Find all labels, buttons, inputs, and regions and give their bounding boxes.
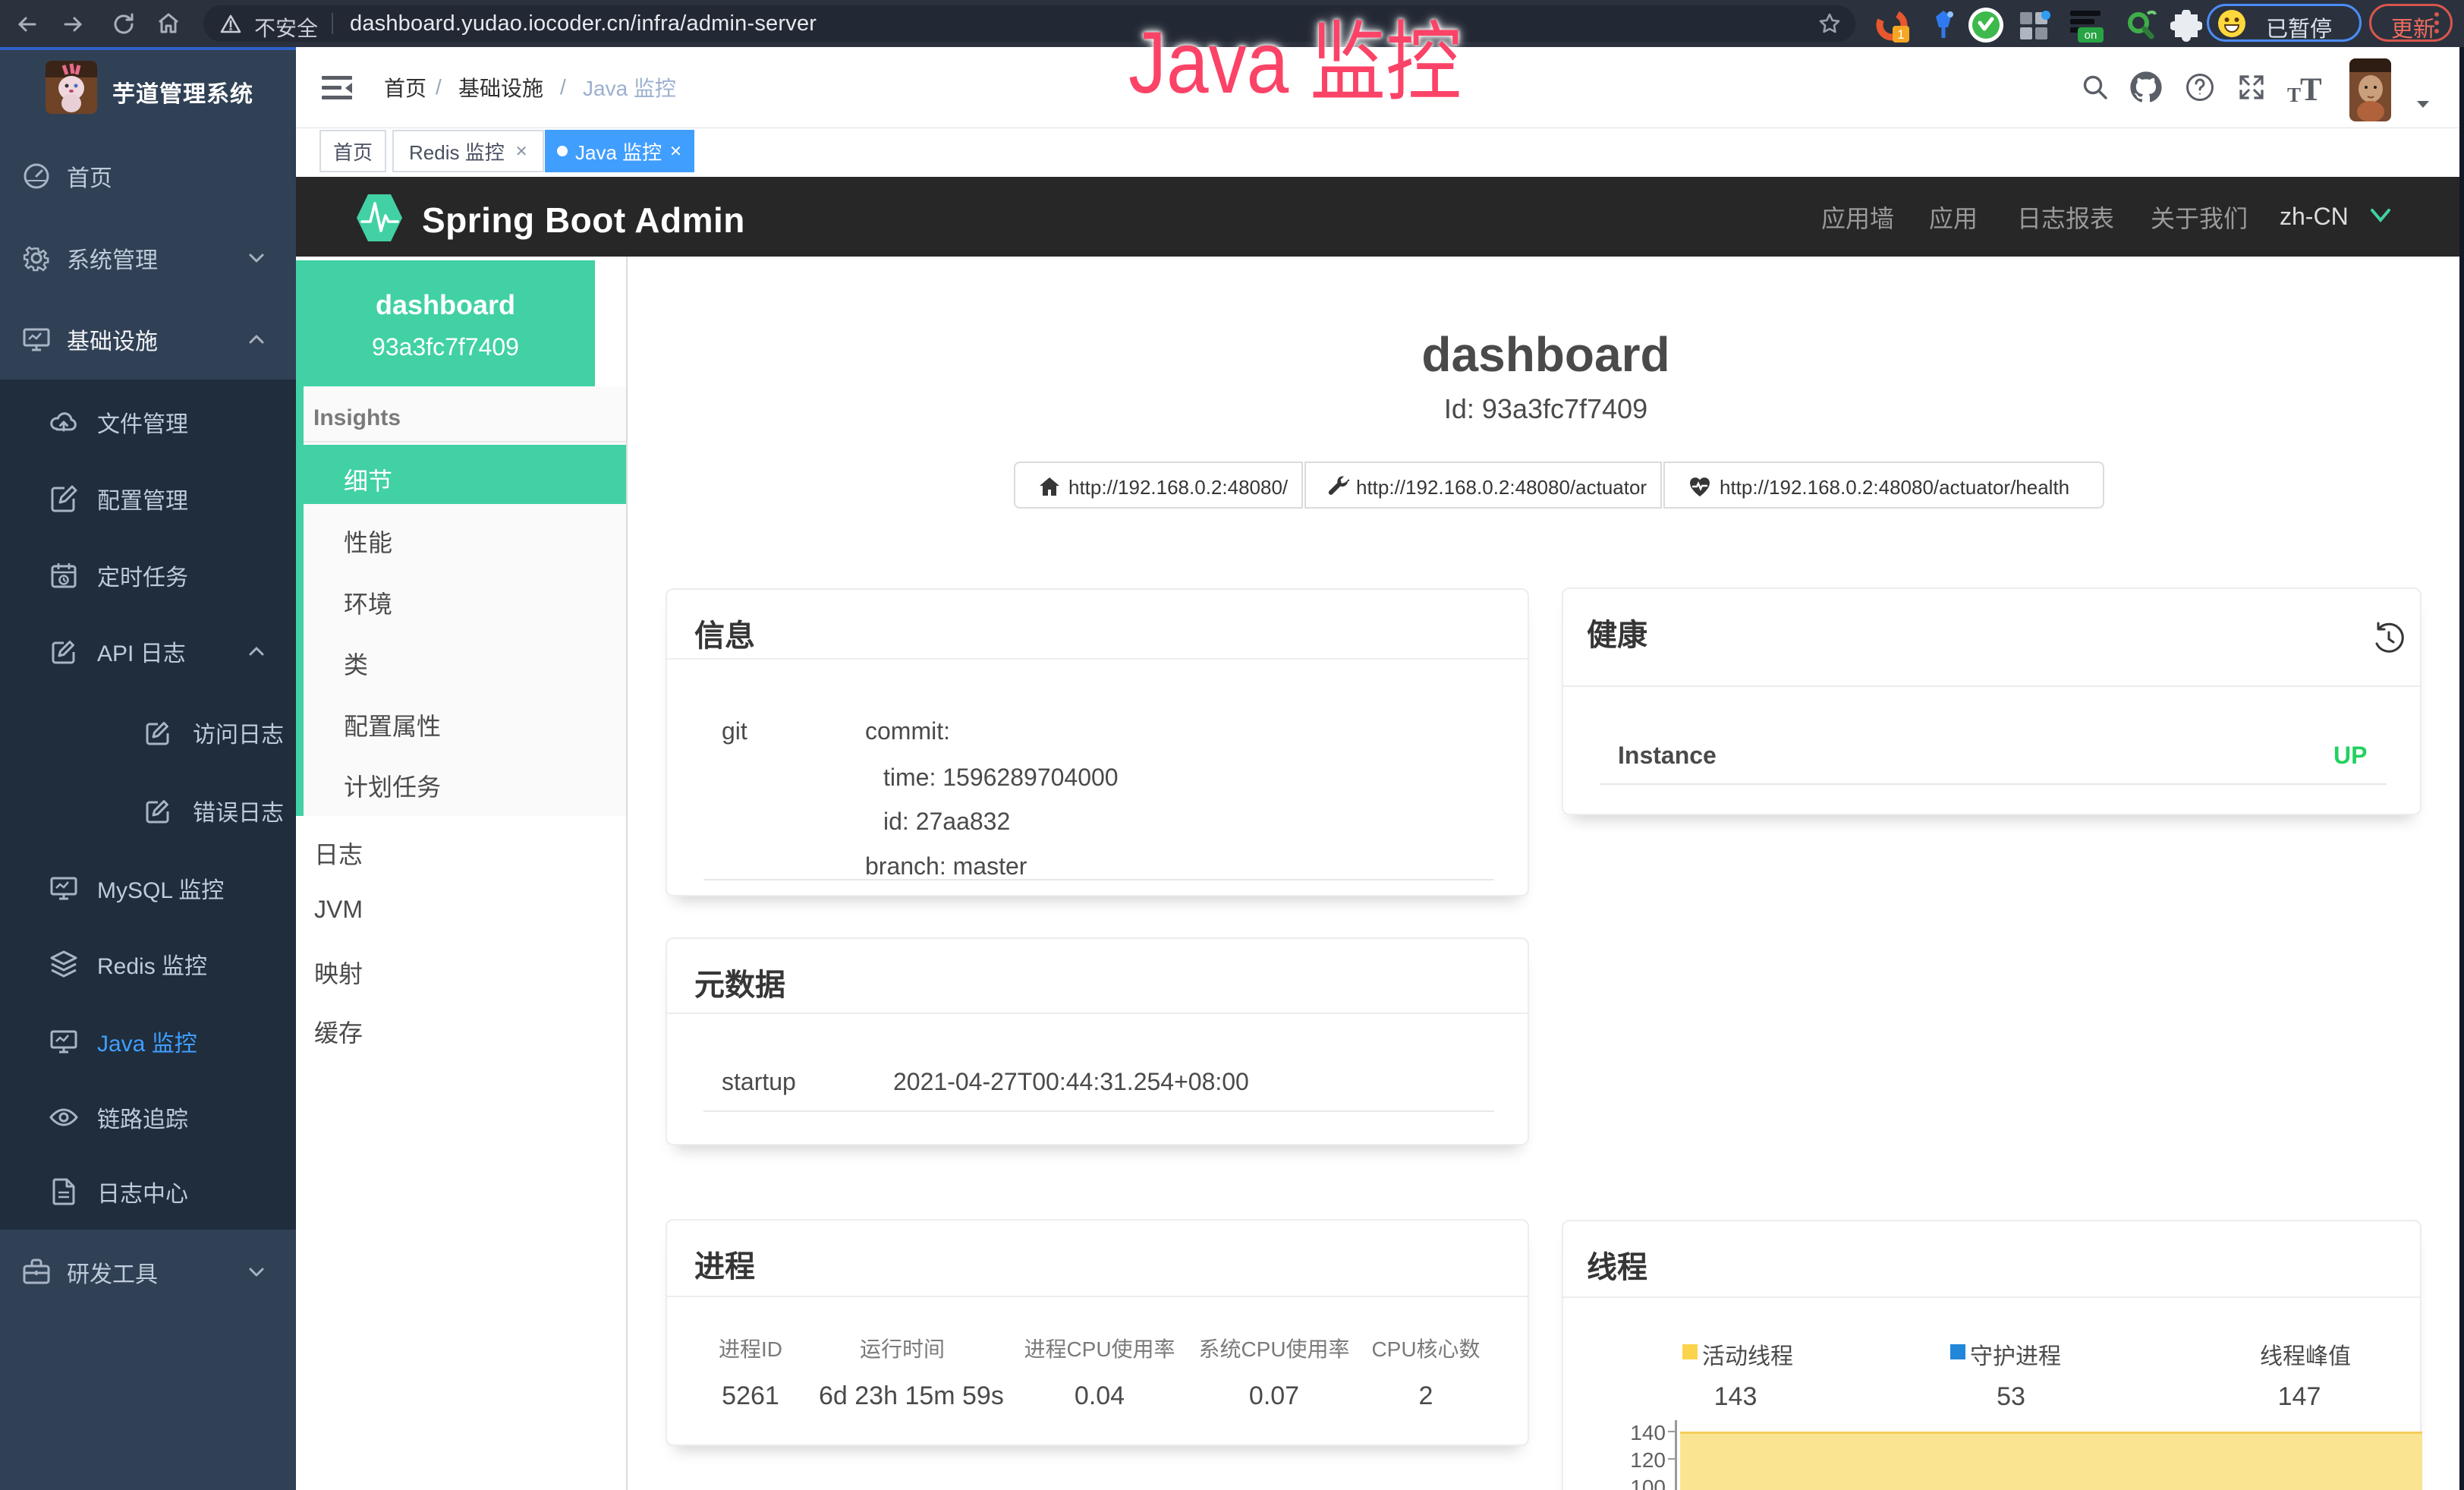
svg-text:1: 1 <box>1897 27 1904 42</box>
svg-text:on: on <box>2085 29 2097 42</box>
svg-text:T: T <box>2287 83 2301 103</box>
svg-text:T: T <box>2300 72 2322 103</box>
